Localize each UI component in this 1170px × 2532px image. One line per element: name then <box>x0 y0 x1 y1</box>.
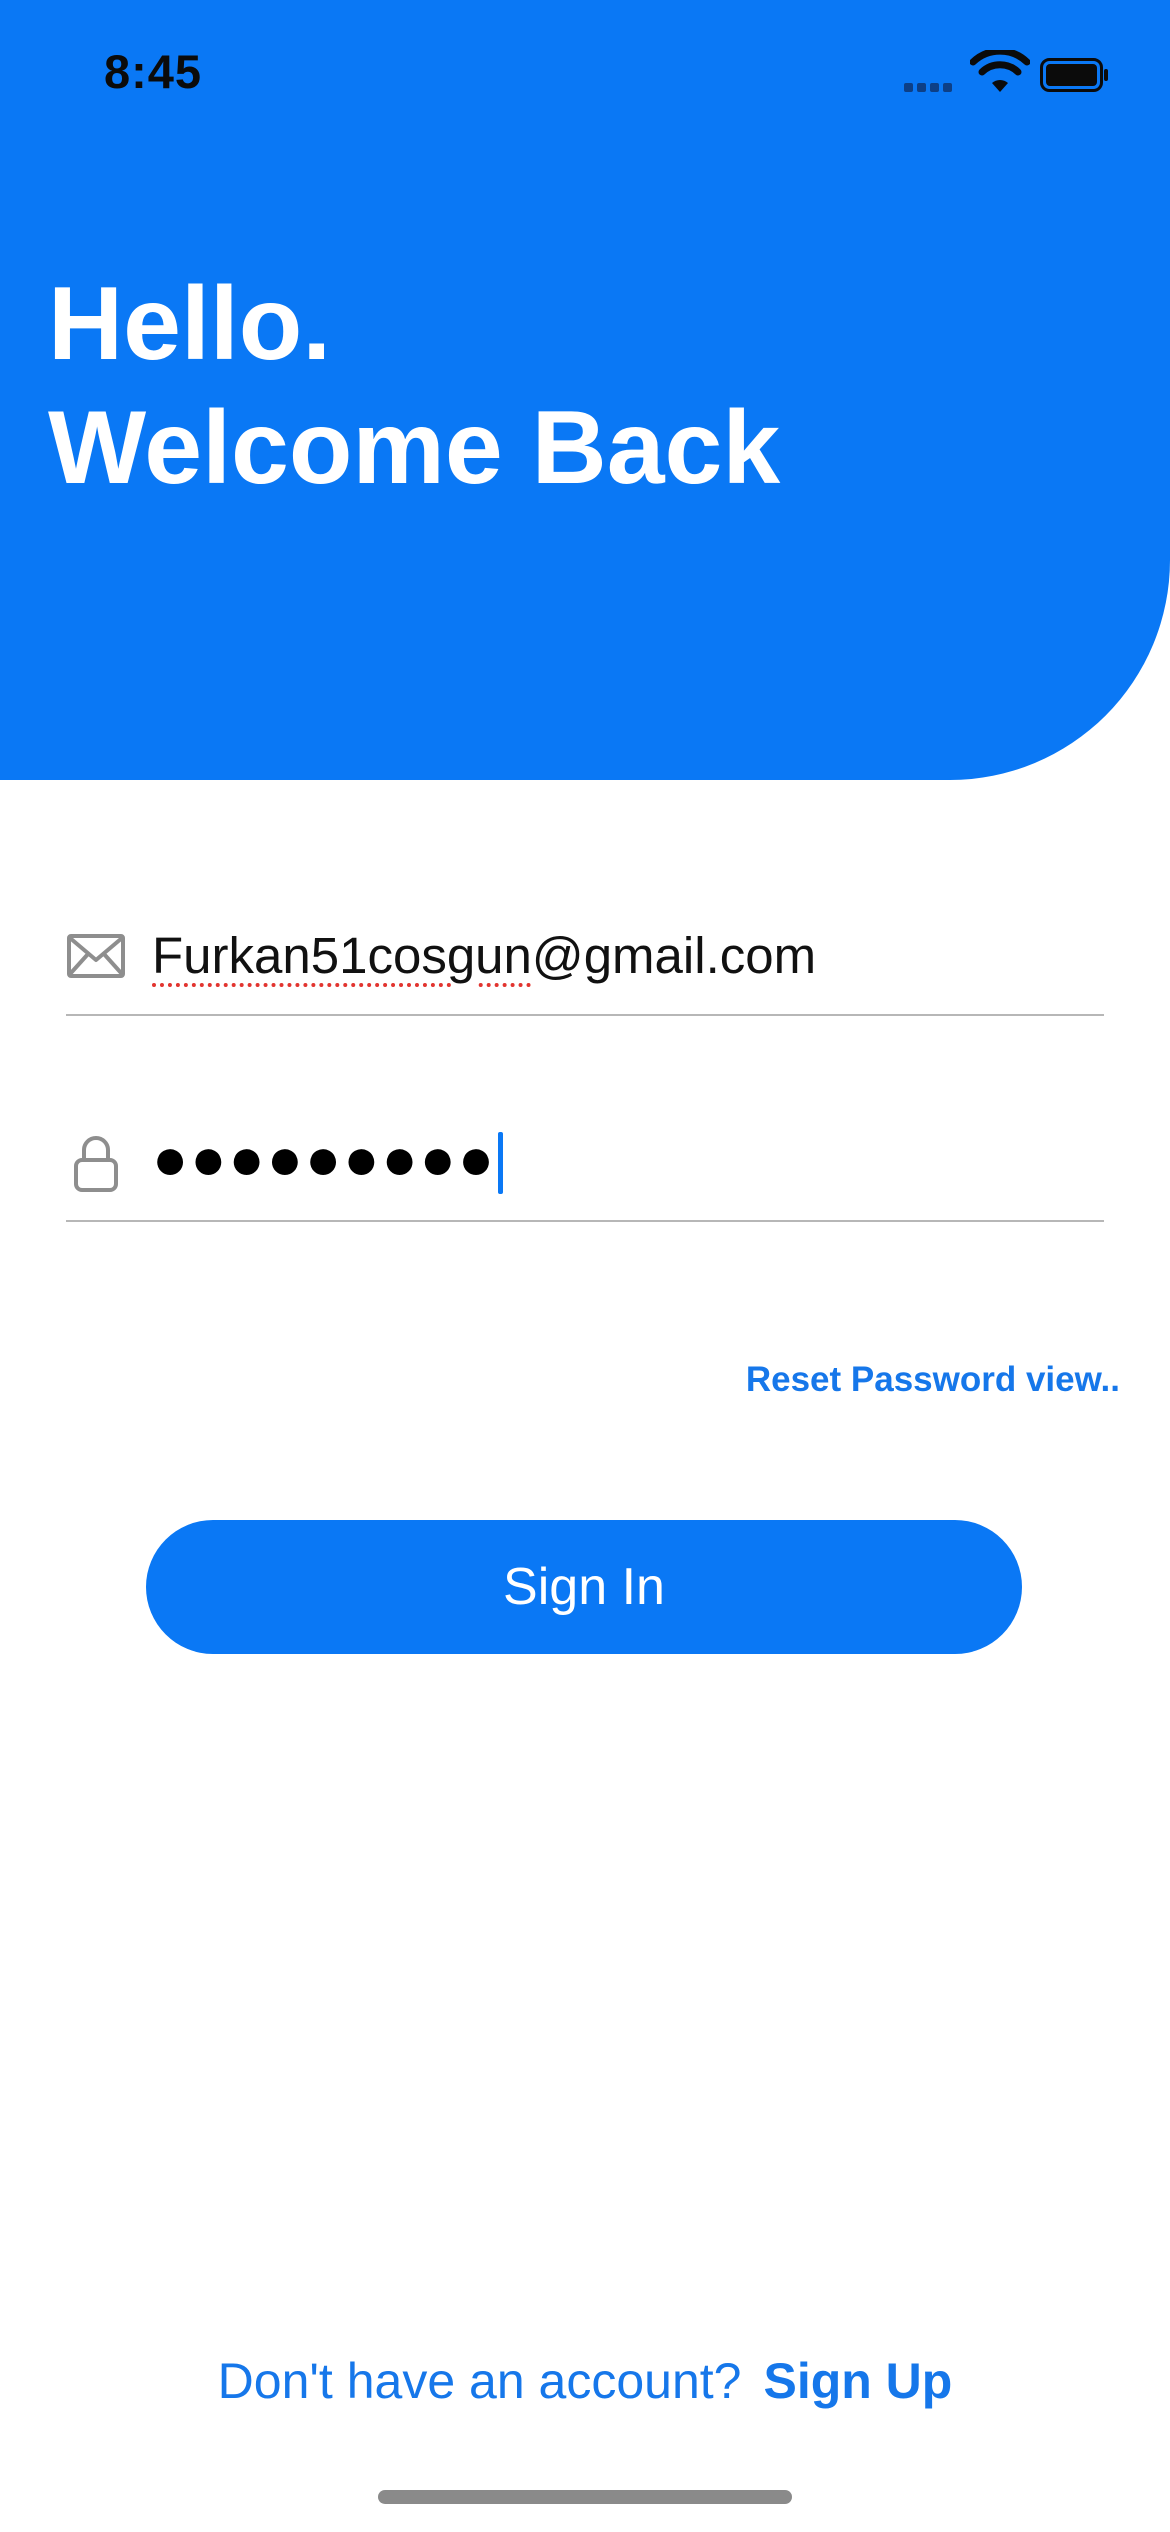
password-masked-text: ●●●●●●●●● <box>152 1125 497 1192</box>
home-indicator[interactable] <box>378 2490 792 2504</box>
welcome-heading: Hello. Welcome Back <box>48 262 780 510</box>
email-username-text: Furkan51cosgun <box>152 927 532 984</box>
lock-icon <box>74 1136 118 1192</box>
text-caret <box>498 1132 504 1195</box>
reset-password-link[interactable]: Reset Password view.. <box>746 1360 1120 1400</box>
sign-in-button[interactable]: Sign In <box>146 1520 1022 1654</box>
signal-icon <box>904 80 960 92</box>
email-input[interactable]: Furkan51cosgun@gmail.com <box>152 926 816 985</box>
welcome-line-2: Welcome Back <box>48 390 781 506</box>
welcome-line-1: Hello. <box>48 266 332 382</box>
mail-icon <box>67 934 125 978</box>
sign-up-link[interactable]: Sign Up <box>763 2353 952 2409</box>
email-field[interactable]: Furkan51cosgun@gmail.com <box>66 904 1104 1016</box>
login-screen: 8:45 Hello. Welcome Back Furkan51cosgun@… <box>0 0 1170 2532</box>
password-field[interactable]: ●●●●●●●●● <box>66 1110 1104 1222</box>
signup-prompt-text: Don't have an account? <box>217 2353 742 2409</box>
signup-prompt-row: Don't have an account? Sign Up <box>0 2352 1170 2410</box>
battery-icon <box>1040 58 1108 92</box>
status-time: 8:45 <box>104 45 203 98</box>
wifi-icon <box>970 50 1030 92</box>
password-input[interactable]: ●●●●●●●●● <box>152 1124 504 1195</box>
email-domain-text: @gmail.com <box>531 927 817 984</box>
header-banner: 8:45 Hello. Welcome Back <box>0 0 1170 780</box>
